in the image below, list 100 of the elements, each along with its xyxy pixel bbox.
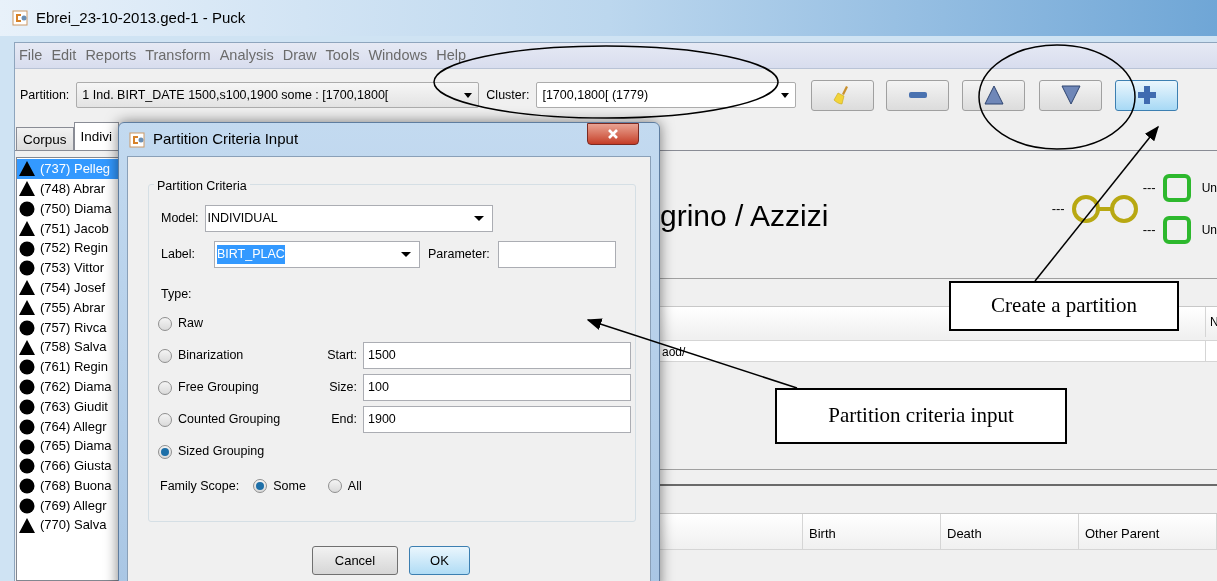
input-field[interactable] xyxy=(497,241,616,268)
dash-text: --- xyxy=(1142,221,1156,240)
field-label: Type: xyxy=(161,286,192,303)
toolbar-button[interactable] xyxy=(886,79,950,111)
list-item[interactable]: (770) Salva xyxy=(17,515,119,536)
input-field[interactable]: 100 xyxy=(363,374,631,402)
circle-icon xyxy=(19,200,35,217)
list-item[interactable]: (752) Regin xyxy=(17,238,119,258)
dash-text: --- xyxy=(1051,200,1065,219)
dropdown[interactable]: INDIVIDUAL xyxy=(204,205,493,232)
field-label: Partition: xyxy=(20,86,70,104)
tab[interactable]: Corpus xyxy=(16,127,74,150)
field-label: Cluster: xyxy=(486,86,530,104)
circle-icon xyxy=(19,457,35,475)
dropdown[interactable]: [1700,1800[ (1779) xyxy=(536,82,797,108)
column-header: Death xyxy=(941,514,1079,549)
input-field[interactable]: 1900 xyxy=(363,406,631,434)
radio-button[interactable] xyxy=(158,380,172,395)
radio-button[interactable] xyxy=(158,316,172,331)
menu-item[interactable]: Analysis xyxy=(219,44,274,67)
list-item[interactable]: (754) Josef xyxy=(17,277,119,298)
list-item[interactable]: (768) Buona xyxy=(17,475,119,496)
option-label[interactable]: Free Grouping xyxy=(178,378,259,398)
radio-button[interactable] xyxy=(253,479,268,494)
triangle-icon xyxy=(19,160,35,178)
list-item[interactable]: (751) Jacob xyxy=(17,218,119,239)
dialog-button[interactable]: OK xyxy=(409,546,470,575)
toolbar-button[interactable] xyxy=(1039,79,1103,111)
triangle-icon xyxy=(19,338,35,356)
dash-text: --- xyxy=(1142,179,1156,198)
triangle-icon xyxy=(19,298,35,316)
list-item[interactable]: (758) Salva xyxy=(17,337,119,357)
circle-icon xyxy=(19,437,35,455)
app-icon xyxy=(12,10,28,26)
close-button[interactable] xyxy=(587,123,639,145)
callout-box: Create a partition xyxy=(949,281,1179,331)
dropdown[interactable]: 1 Ind. BIRT_DATE 1500,s100,1900 some : [1700,1800[ xyxy=(76,82,480,108)
list-item[interactable]: (763) Giudit xyxy=(17,396,119,417)
menu-item[interactable]: Edit xyxy=(51,44,77,67)
list-item[interactable]: (755) Abrar xyxy=(17,297,119,318)
triangle-up-icon xyxy=(983,85,1004,105)
triangle-icon xyxy=(19,180,35,198)
menu-item[interactable]: Transform xyxy=(145,44,211,67)
menu-item[interactable]: Tools xyxy=(325,44,360,67)
option-label[interactable]: Sized Grouping xyxy=(178,442,265,462)
list-item[interactable]: (750) Diama xyxy=(17,198,119,219)
option-label[interactable]: All xyxy=(347,476,362,496)
circle-icon xyxy=(19,496,35,514)
plus-icon xyxy=(1136,85,1157,105)
triangle-icon xyxy=(19,279,35,297)
dialog-button[interactable]: Cancel xyxy=(312,546,398,575)
triangle-down-icon xyxy=(1060,85,1081,105)
close-icon xyxy=(607,128,619,140)
radio-button[interactable] xyxy=(158,444,172,459)
radio-button[interactable] xyxy=(158,412,172,427)
square-icon xyxy=(1161,215,1192,245)
option-label[interactable]: Some xyxy=(273,476,306,496)
dialog-title: Partition Criteria Input xyxy=(153,129,299,150)
menu-item[interactable]: Windows xyxy=(368,44,428,67)
list-item[interactable]: (757) Rivca xyxy=(17,317,119,338)
radio-button[interactable] xyxy=(327,479,342,494)
toolbar-button[interactable] xyxy=(1115,79,1179,111)
field-label: End: xyxy=(330,411,358,429)
couple-link-icon xyxy=(1070,193,1139,225)
column-header: Other Parent xyxy=(1079,514,1217,549)
menu-item[interactable]: File xyxy=(19,44,43,67)
parent-label[interactable]: Un xyxy=(1201,221,1217,239)
list-item[interactable]: (766) Giusta xyxy=(17,455,119,476)
field-label: Model: xyxy=(161,210,199,228)
tab[interactable]: Indivi xyxy=(73,122,120,150)
option-label[interactable]: Raw xyxy=(178,314,203,334)
menu-item[interactable]: Help xyxy=(436,44,467,67)
option-label[interactable]: Counted Grouping xyxy=(178,410,281,430)
field-label: Family Scope: xyxy=(160,477,240,495)
window-title: Ebrei_23-10-2013.ged-1 - Puck xyxy=(36,7,246,28)
person-name: grino / Azzizi xyxy=(660,198,829,234)
option-label[interactable]: Binarization xyxy=(178,346,244,366)
toolbar-button[interactable] xyxy=(962,79,1026,111)
list-item[interactable]: (753) Vittor xyxy=(17,258,119,278)
menu-item[interactable]: Reports xyxy=(85,44,137,67)
list-item[interactable]: (762) Diama xyxy=(17,376,119,397)
circle-icon xyxy=(19,259,35,277)
input-field[interactable]: 1500 xyxy=(363,342,631,370)
parent-label[interactable]: Un xyxy=(1201,179,1217,197)
field-label: Label: xyxy=(161,246,197,264)
column-header: N xyxy=(1205,307,1217,337)
callout-box: Partition criteria input xyxy=(775,388,1067,444)
circle-icon xyxy=(19,417,35,435)
list-item[interactable]: (769) Allegr xyxy=(17,495,119,516)
menu-item[interactable]: Draw xyxy=(282,44,317,67)
list-item[interactable]: (765) Diama xyxy=(17,436,119,456)
list-item[interactable]: (748) Abrar xyxy=(17,178,119,199)
app-icon xyxy=(129,131,145,148)
column-header: Birth xyxy=(803,514,941,549)
list-item[interactable]: (761) Regin xyxy=(17,356,119,377)
radio-button[interactable] xyxy=(158,348,172,363)
list-item[interactable]: (764) Allegr xyxy=(17,416,119,437)
field-label: Size: xyxy=(328,379,358,397)
circle-icon xyxy=(19,318,35,336)
circle-icon xyxy=(19,477,35,495)
